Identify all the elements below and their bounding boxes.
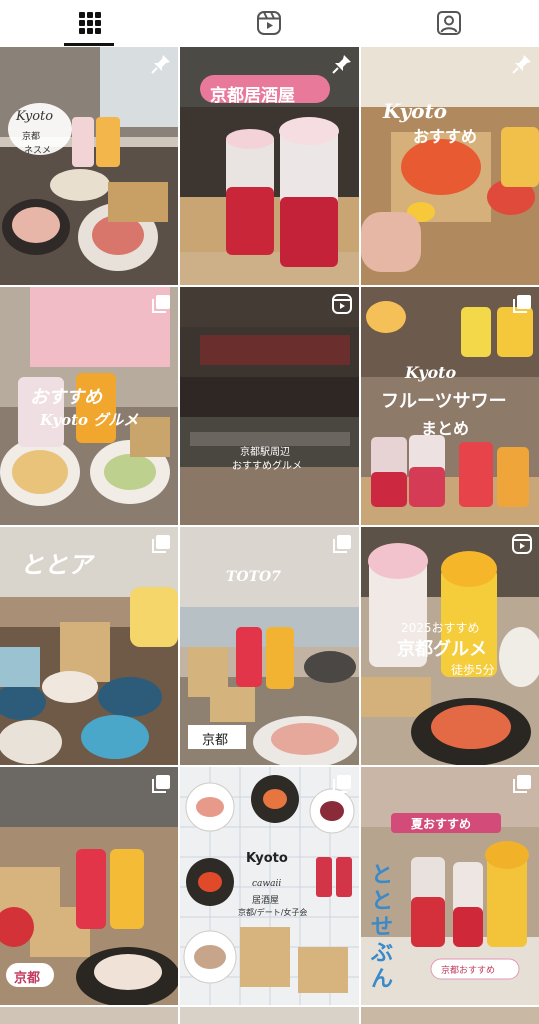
tab-posts-grid[interactable] [0, 0, 179, 46]
post-caption: TOTO7 [226, 569, 281, 585]
post-caption: 2025おすすめ [401, 621, 480, 635]
post-caption: 京都 [202, 733, 229, 748]
post-caption: ととせぶん [371, 863, 394, 992]
post-thumbnail [361, 1007, 539, 1024]
pin-icon [512, 55, 531, 74]
tagged-user-icon [436, 11, 461, 35]
post-caption: 徒歩5分 [451, 663, 495, 677]
post-caption: おすすめ [30, 387, 102, 408]
post-caption: 京都 [14, 971, 41, 986]
post-tile[interactable]: Kyoto 京都 ネスメ [0, 47, 178, 285]
carousel-icon [513, 775, 531, 793]
post-tile[interactable]: 京都駅周辺 おすすめグルメ [180, 287, 359, 525]
profile-tab-bar [0, 0, 539, 46]
post-thumbnail [361, 47, 539, 285]
post-caption: Kyoto [405, 363, 457, 382]
post-caption: フルーツサワー [381, 391, 507, 412]
carousel-icon [152, 535, 170, 553]
post-tile[interactable]: 京都 [0, 767, 178, 1005]
post-tile[interactable]: Kyoto おすすめ [361, 47, 539, 285]
post-caption: 京都おすすめ [441, 966, 496, 976]
grid-icon [78, 12, 101, 34]
post-caption: 居酒屋 [252, 896, 280, 906]
carousel-icon [333, 775, 351, 793]
post-tile[interactable]: 2025おすすめ 京都グルメ 徒歩5分 [361, 527, 539, 765]
post-caption: ネスメ [24, 146, 52, 156]
post-thumbnail [180, 287, 359, 525]
post-tile[interactable]: おすすめ Kyoto グルメ [0, 287, 178, 525]
post-tile[interactable] [361, 1007, 539, 1024]
pin-icon [151, 55, 170, 74]
post-caption: Kyoto [246, 851, 288, 866]
carousel-icon [152, 295, 170, 313]
post-tile[interactable]: 京都居酒屋 [180, 47, 359, 285]
post-caption: おすすめグルメ [232, 461, 302, 472]
post-tile[interactable]: Kyoto フルーツサワー まとめ [361, 287, 539, 525]
reel-icon [332, 294, 352, 314]
post-tile[interactable]: ととア [0, 527, 178, 765]
carousel-icon [333, 535, 351, 553]
carousel-icon [513, 295, 531, 313]
post-caption: まとめ [421, 419, 470, 438]
post-caption: Kyoto グルメ [40, 411, 139, 429]
tab-tagged[interactable] [359, 0, 538, 46]
selected-tab-indicator [64, 43, 114, 46]
post-caption: 京都駅周辺 [240, 447, 290, 458]
post-caption: 京都グルメ [397, 639, 487, 660]
post-caption: ととア [20, 550, 92, 579]
post-caption: cawaii [252, 879, 282, 889]
post-tile[interactable] [0, 1007, 178, 1024]
post-caption: 京都 [22, 132, 41, 142]
post-tile[interactable]: TOTO7 京都 [180, 527, 359, 765]
post-tile[interactable]: 夏おすすめ ととせぶん 京都おすすめ [361, 767, 539, 1005]
post-thumbnail [0, 1007, 178, 1024]
reel-icon [512, 534, 532, 554]
post-caption: 京都/デート/女子会 [238, 908, 308, 917]
post-thumbnail [0, 47, 178, 285]
pin-icon [332, 55, 351, 74]
tab-reels[interactable] [179, 0, 358, 46]
reels-icon [256, 11, 281, 35]
posts-grid: Kyoto 京都 ネスメ 京都居酒屋 Kyoto おすすめ おすすめ Kyoto… [0, 47, 539, 1024]
post-caption: Kyoto [383, 99, 448, 123]
post-caption: 夏おすすめ [411, 817, 472, 831]
carousel-icon [152, 775, 170, 793]
post-tile[interactable]: Kyoto cawaii 居酒屋 京都/デート/女子会 [180, 767, 359, 1005]
post-tile[interactable] [180, 1007, 359, 1024]
post-thumbnail [180, 1007, 359, 1024]
post-caption: Kyoto [16, 109, 54, 124]
post-caption: おすすめ [413, 127, 478, 146]
post-caption: 京都居酒屋 [210, 86, 295, 106]
